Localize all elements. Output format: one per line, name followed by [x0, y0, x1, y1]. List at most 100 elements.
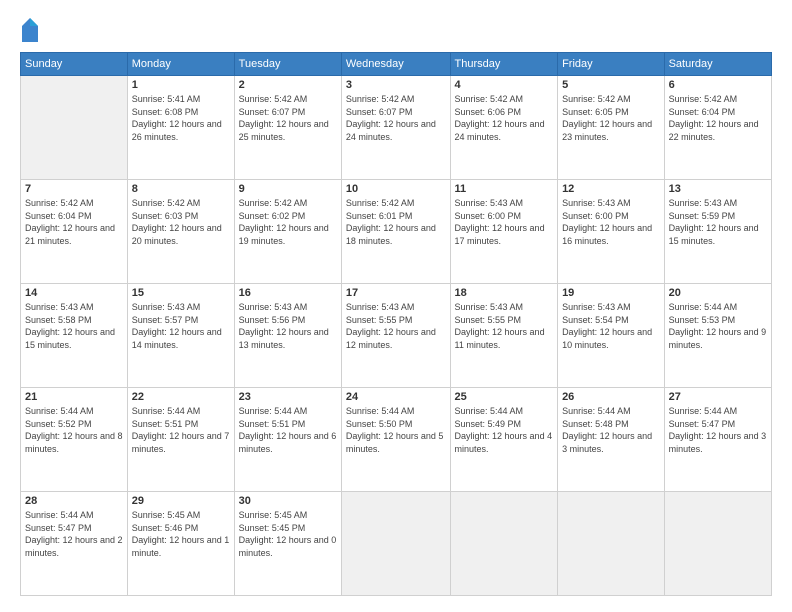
- calendar-page: SundayMondayTuesdayWednesdayThursdayFrid…: [0, 0, 792, 612]
- sunset-time: Sunset: 6:04 PM: [669, 106, 767, 119]
- day-info: Sunrise: 5:43 AM Sunset: 5:56 PM Dayligh…: [239, 301, 337, 351]
- sunset-time: Sunset: 6:04 PM: [25, 210, 123, 223]
- day-number: 18: [455, 287, 554, 299]
- sunrise-time: Sunrise: 5:42 AM: [25, 197, 123, 210]
- sunset-time: Sunset: 5:57 PM: [132, 314, 230, 327]
- daylight-hours: Daylight: 12 hours and 12 minutes.: [346, 326, 446, 351]
- calendar-cell: 7 Sunrise: 5:42 AM Sunset: 6:04 PM Dayli…: [21, 180, 128, 284]
- day-number: 12: [562, 183, 660, 195]
- sunset-time: Sunset: 6:07 PM: [346, 106, 446, 119]
- calendar-cell: 28 Sunrise: 5:44 AM Sunset: 5:47 PM Dayl…: [21, 492, 128, 596]
- sunset-time: Sunset: 5:50 PM: [346, 418, 446, 431]
- calendar-cell: 14 Sunrise: 5:43 AM Sunset: 5:58 PM Dayl…: [21, 284, 128, 388]
- day-number: 2: [239, 79, 337, 91]
- daylight-hours: Daylight: 12 hours and 1 minute.: [132, 534, 230, 559]
- daylight-hours: Daylight: 12 hours and 15 minutes.: [25, 326, 123, 351]
- sunset-time: Sunset: 5:52 PM: [25, 418, 123, 431]
- day-number: 29: [132, 495, 230, 507]
- calendar-cell: 19 Sunrise: 5:43 AM Sunset: 5:54 PM Dayl…: [558, 284, 665, 388]
- day-number: 7: [25, 183, 123, 195]
- sunrise-time: Sunrise: 5:44 AM: [25, 509, 123, 522]
- daylight-hours: Daylight: 12 hours and 4 minutes.: [455, 430, 554, 455]
- sunrise-time: Sunrise: 5:44 AM: [239, 405, 337, 418]
- sunrise-time: Sunrise: 5:44 AM: [669, 301, 767, 314]
- daylight-hours: Daylight: 12 hours and 14 minutes.: [132, 326, 230, 351]
- daylight-hours: Daylight: 12 hours and 11 minutes.: [455, 326, 554, 351]
- calendar-cell: 22 Sunrise: 5:44 AM Sunset: 5:51 PM Dayl…: [127, 388, 234, 492]
- day-number: 24: [346, 391, 446, 403]
- day-number: 25: [455, 391, 554, 403]
- weekday-header: Wednesday: [341, 53, 450, 76]
- sunrise-time: Sunrise: 5:45 AM: [132, 509, 230, 522]
- day-number: 8: [132, 183, 230, 195]
- calendar-cell: 18 Sunrise: 5:43 AM Sunset: 5:55 PM Dayl…: [450, 284, 558, 388]
- calendar-cell: [558, 492, 665, 596]
- calendar-cell: 27 Sunrise: 5:44 AM Sunset: 5:47 PM Dayl…: [664, 388, 771, 492]
- day-info: Sunrise: 5:44 AM Sunset: 5:49 PM Dayligh…: [455, 405, 554, 455]
- calendar-cell: 9 Sunrise: 5:42 AM Sunset: 6:02 PM Dayli…: [234, 180, 341, 284]
- sunset-time: Sunset: 6:00 PM: [562, 210, 660, 223]
- daylight-hours: Daylight: 12 hours and 19 minutes.: [239, 222, 337, 247]
- sunset-time: Sunset: 5:55 PM: [455, 314, 554, 327]
- day-info: Sunrise: 5:43 AM Sunset: 5:57 PM Dayligh…: [132, 301, 230, 351]
- day-info: Sunrise: 5:45 AM Sunset: 5:45 PM Dayligh…: [239, 509, 337, 559]
- calendar-cell: 8 Sunrise: 5:42 AM Sunset: 6:03 PM Dayli…: [127, 180, 234, 284]
- sunrise-time: Sunrise: 5:42 AM: [239, 197, 337, 210]
- sunset-time: Sunset: 5:58 PM: [25, 314, 123, 327]
- sunrise-time: Sunrise: 5:44 AM: [562, 405, 660, 418]
- calendar-cell: 29 Sunrise: 5:45 AM Sunset: 5:46 PM Dayl…: [127, 492, 234, 596]
- calendar-cell: [21, 76, 128, 180]
- calendar-cell: 25 Sunrise: 5:44 AM Sunset: 5:49 PM Dayl…: [450, 388, 558, 492]
- weekday-header: Thursday: [450, 53, 558, 76]
- day-number: 26: [562, 391, 660, 403]
- weekday-header: Monday: [127, 53, 234, 76]
- calendar-cell: 3 Sunrise: 5:42 AM Sunset: 6:07 PM Dayli…: [341, 76, 450, 180]
- calendar-week-row: 7 Sunrise: 5:42 AM Sunset: 6:04 PM Dayli…: [21, 180, 772, 284]
- day-info: Sunrise: 5:44 AM Sunset: 5:50 PM Dayligh…: [346, 405, 446, 455]
- sunset-time: Sunset: 5:59 PM: [669, 210, 767, 223]
- calendar-cell: [450, 492, 558, 596]
- day-number: 5: [562, 79, 660, 91]
- weekday-header: Tuesday: [234, 53, 341, 76]
- day-number: 30: [239, 495, 337, 507]
- daylight-hours: Daylight: 12 hours and 6 minutes.: [239, 430, 337, 455]
- daylight-hours: Daylight: 12 hours and 20 minutes.: [132, 222, 230, 247]
- day-info: Sunrise: 5:42 AM Sunset: 6:07 PM Dayligh…: [239, 93, 337, 143]
- calendar-cell: 15 Sunrise: 5:43 AM Sunset: 5:57 PM Dayl…: [127, 284, 234, 388]
- day-info: Sunrise: 5:44 AM Sunset: 5:47 PM Dayligh…: [25, 509, 123, 559]
- daylight-hours: Daylight: 12 hours and 24 minutes.: [346, 118, 446, 143]
- day-info: Sunrise: 5:44 AM Sunset: 5:48 PM Dayligh…: [562, 405, 660, 455]
- calendar-cell: [341, 492, 450, 596]
- daylight-hours: Daylight: 12 hours and 3 minutes.: [669, 430, 767, 455]
- sunset-time: Sunset: 5:47 PM: [25, 522, 123, 535]
- day-info: Sunrise: 5:44 AM Sunset: 5:52 PM Dayligh…: [25, 405, 123, 455]
- sunset-time: Sunset: 6:08 PM: [132, 106, 230, 119]
- day-info: Sunrise: 5:44 AM Sunset: 5:53 PM Dayligh…: [669, 301, 767, 351]
- day-number: 15: [132, 287, 230, 299]
- sunset-time: Sunset: 6:02 PM: [239, 210, 337, 223]
- sunrise-time: Sunrise: 5:43 AM: [562, 197, 660, 210]
- weekday-header-row: SundayMondayTuesdayWednesdayThursdayFrid…: [21, 53, 772, 76]
- day-info: Sunrise: 5:42 AM Sunset: 6:02 PM Dayligh…: [239, 197, 337, 247]
- sunset-time: Sunset: 5:48 PM: [562, 418, 660, 431]
- sunrise-time: Sunrise: 5:44 AM: [25, 405, 123, 418]
- daylight-hours: Daylight: 12 hours and 15 minutes.: [669, 222, 767, 247]
- sunset-time: Sunset: 5:56 PM: [239, 314, 337, 327]
- sunset-time: Sunset: 5:46 PM: [132, 522, 230, 535]
- day-number: 16: [239, 287, 337, 299]
- calendar-cell: 11 Sunrise: 5:43 AM Sunset: 6:00 PM Dayl…: [450, 180, 558, 284]
- day-info: Sunrise: 5:43 AM Sunset: 5:54 PM Dayligh…: [562, 301, 660, 351]
- day-number: 14: [25, 287, 123, 299]
- sunset-time: Sunset: 5:54 PM: [562, 314, 660, 327]
- daylight-hours: Daylight: 12 hours and 13 minutes.: [239, 326, 337, 351]
- daylight-hours: Daylight: 12 hours and 2 minutes.: [25, 534, 123, 559]
- daylight-hours: Daylight: 12 hours and 9 minutes.: [669, 326, 767, 351]
- calendar-cell: 23 Sunrise: 5:44 AM Sunset: 5:51 PM Dayl…: [234, 388, 341, 492]
- day-number: 13: [669, 183, 767, 195]
- daylight-hours: Daylight: 12 hours and 23 minutes.: [562, 118, 660, 143]
- day-number: 9: [239, 183, 337, 195]
- day-info: Sunrise: 5:42 AM Sunset: 6:07 PM Dayligh…: [346, 93, 446, 143]
- day-number: 21: [25, 391, 123, 403]
- sunset-time: Sunset: 5:47 PM: [669, 418, 767, 431]
- sunrise-time: Sunrise: 5:42 AM: [132, 197, 230, 210]
